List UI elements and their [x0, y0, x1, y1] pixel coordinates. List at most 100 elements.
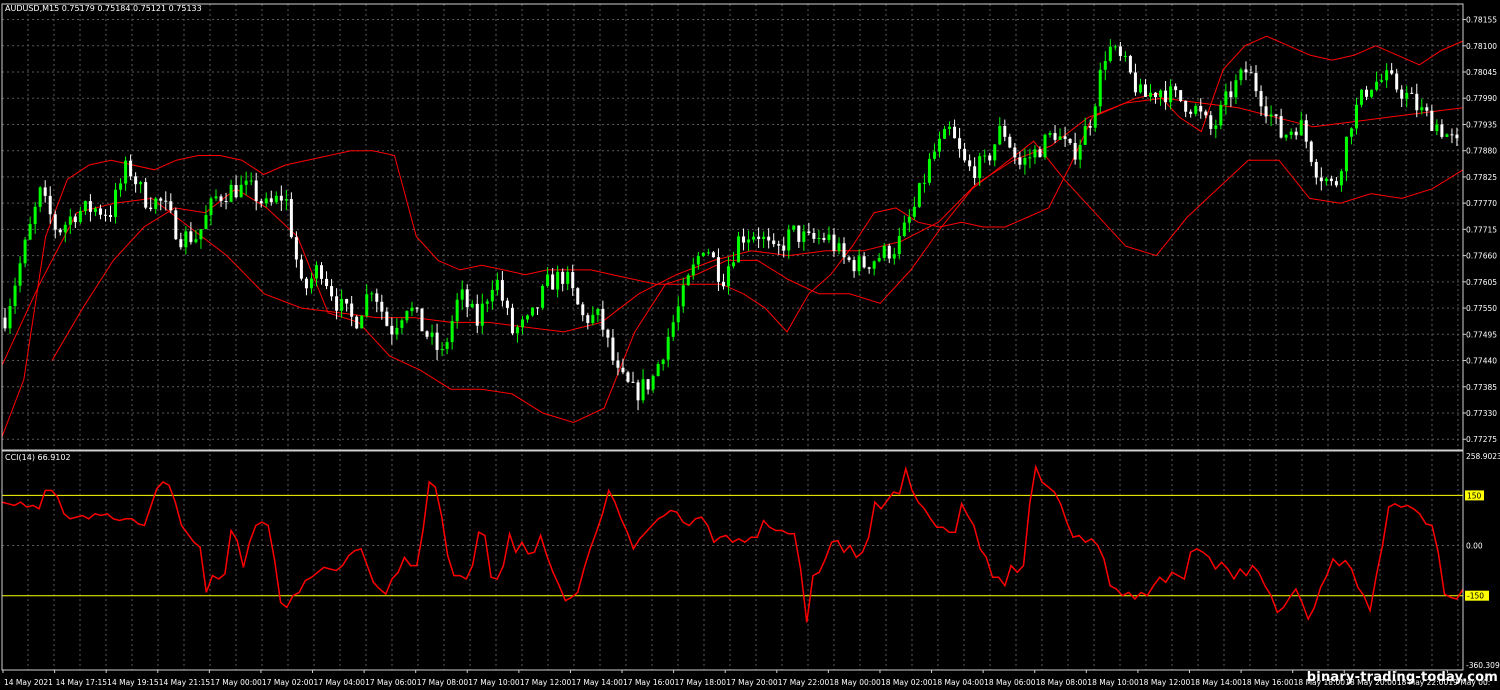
candle-body [943, 128, 947, 139]
candle-body [13, 285, 17, 307]
candle-body [98, 208, 102, 215]
candle-body [239, 184, 243, 198]
candle-body [983, 155, 987, 157]
candle-body [1269, 114, 1273, 117]
candle-body [335, 296, 339, 311]
candle-body [355, 316, 359, 329]
price-tick-label: 0.77880 [1466, 147, 1497, 156]
time-tick-label: 17 May 10:00 [468, 678, 520, 687]
time-tick-label: 17 May 12:00 [520, 678, 572, 687]
candle-body [1390, 70, 1394, 74]
candle-body [586, 315, 590, 323]
candle-body [591, 314, 595, 323]
candle-body [1450, 134, 1454, 136]
candle-body [651, 376, 655, 390]
candle-body [822, 237, 826, 240]
candle-body [621, 367, 625, 373]
candle-body [1189, 111, 1193, 114]
candle-body [656, 364, 660, 377]
candle-body [1043, 134, 1047, 158]
candle-body [174, 210, 178, 240]
candle-body [716, 257, 720, 282]
candle-body [611, 337, 615, 361]
candle-body [460, 289, 464, 300]
candle-body [445, 342, 449, 349]
candle-body [1204, 111, 1208, 116]
candle-body [1274, 114, 1278, 117]
candle-body [772, 240, 776, 245]
candle-body [93, 208, 97, 212]
candle-body [696, 256, 700, 265]
price-tick-label: 0.77495 [1466, 330, 1497, 339]
candle-body [792, 225, 796, 230]
candle-body [184, 231, 188, 248]
candle-body [787, 229, 791, 251]
candle-body [1018, 157, 1022, 165]
candle-body [103, 214, 107, 216]
time-tick-label: 18 May 10:00 [1087, 678, 1139, 687]
cci-level-badge-label: -150 [1467, 592, 1484, 601]
price-tick-label: 0.77825 [1466, 173, 1497, 182]
candle-body [28, 224, 32, 240]
candle-body [571, 272, 575, 289]
candle-body [269, 198, 273, 203]
candle-body [1309, 141, 1313, 162]
time-tick-label: 17 May 16:00 [623, 678, 675, 687]
candle-body [686, 275, 690, 286]
candle-body [340, 299, 344, 311]
candle-body [691, 264, 695, 276]
candle-body [1314, 161, 1318, 178]
candle-body [375, 293, 379, 302]
time-tick-label: 18 May 12:00 [1139, 678, 1191, 687]
candle-body [219, 196, 223, 202]
price-tick-label: 0.78045 [1466, 68, 1497, 77]
candle-body [1405, 92, 1409, 99]
candle-body [405, 311, 409, 321]
time-tick-label: 18 May 14:00 [1190, 678, 1242, 687]
price-tick-label: 0.77990 [1466, 94, 1497, 103]
candle-body [1003, 125, 1007, 137]
candle-body [430, 332, 434, 337]
candle-body [1194, 106, 1198, 114]
candle-body [1435, 124, 1439, 132]
candle-body [1133, 72, 1137, 93]
candle-body [299, 259, 303, 279]
cci-axis-top-label: 258.9023 [1466, 452, 1500, 461]
candle-body [189, 231, 193, 243]
candle-body [882, 245, 886, 258]
candle-body [1088, 126, 1092, 128]
candle-body [1033, 149, 1037, 158]
candle-body [480, 303, 484, 326]
candle-body [601, 308, 605, 330]
candle-body [330, 286, 334, 297]
candle-body [681, 285, 685, 307]
candle-body [1028, 157, 1032, 159]
candle-body [149, 207, 153, 210]
candle-body [520, 319, 524, 328]
candle-body [1078, 144, 1082, 160]
time-tick-label: 18 May 06:00 [984, 678, 1036, 687]
candle-body [541, 285, 545, 308]
candle-body [862, 256, 866, 268]
candle-body [465, 289, 469, 308]
time-tick-label: 17 May 06:00 [365, 678, 417, 687]
candle-body [1244, 69, 1248, 73]
candle-body [1143, 84, 1147, 97]
price-tick-label: 0.77550 [1466, 304, 1497, 313]
candle-body [244, 180, 248, 185]
candle-body [1304, 120, 1308, 142]
candle-body [284, 199, 288, 201]
candle-body [872, 261, 876, 269]
candle-body [807, 231, 811, 234]
candle-body [1179, 90, 1183, 101]
candle-body [1344, 136, 1348, 172]
cci-line [1, 464, 1464, 623]
candle-body [1400, 89, 1404, 99]
candle-body [1415, 93, 1419, 111]
candle-body [114, 189, 118, 217]
candle-body [249, 180, 253, 182]
candle-body [757, 236, 761, 239]
candle-body [1294, 131, 1298, 136]
candle-body [510, 307, 514, 334]
candle-body [706, 252, 710, 254]
